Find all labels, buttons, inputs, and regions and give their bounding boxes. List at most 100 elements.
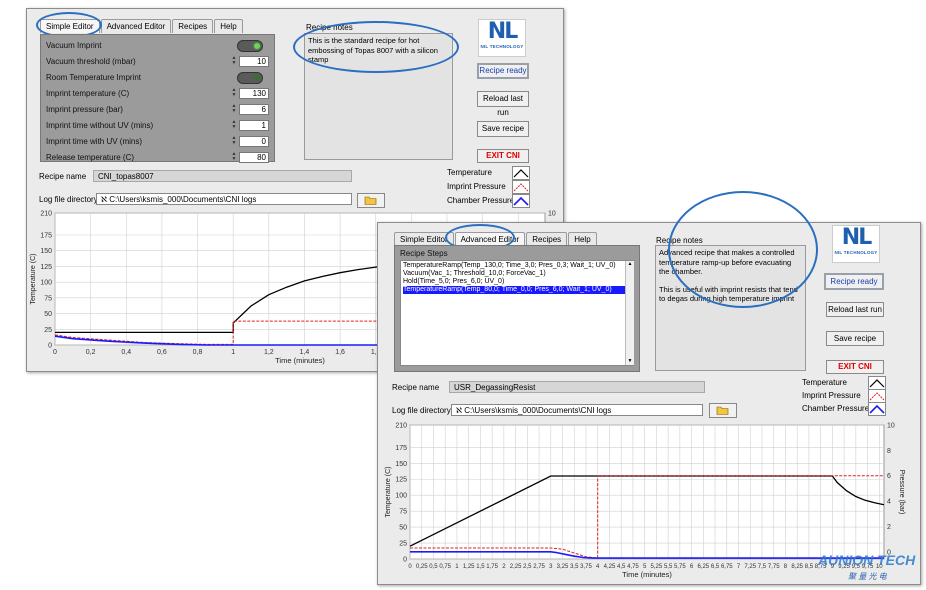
legend-chamber-pressure-swatch: [868, 402, 886, 416]
logo-text: NIL TECHNOLOGY: [834, 250, 878, 255]
y-tick-label: 175: [395, 445, 407, 452]
y2-tick-label: 2: [887, 524, 891, 531]
y-tick-label: 210: [395, 423, 407, 430]
log-file-directory-field[interactable]: ℵ C:\Users\ksmis_000\Documents\CNI logs: [451, 404, 703, 416]
release-temperature-input[interactable]: 80: [239, 152, 269, 163]
vacuum-imprint-toggle[interactable]: [237, 40, 263, 52]
recipe-name-field[interactable]: CNI_topas8007: [93, 170, 352, 182]
x-tick-label: 0,6: [157, 349, 167, 356]
y-tick-label: 125: [40, 264, 52, 271]
recipe-ready-button[interactable]: Recipe ready: [477, 63, 529, 79]
led-icon: [254, 75, 260, 81]
exit-cni-button[interactable]: EXIT CNI: [477, 149, 529, 163]
plot-area: [409, 424, 885, 560]
x-tick-label: 6,25: [697, 564, 709, 570]
tab-help[interactable]: Help: [214, 19, 243, 33]
legend-imprint-pressure-swatch: [512, 180, 530, 194]
recipe-ready-button[interactable]: Recipe ready: [824, 273, 884, 290]
spinner-arrows-icon[interactable]: ▲ ▼: [231, 136, 237, 147]
list-item[interactable]: Vacuum(Vac_1; Threshold_10,0; ForceVac_1…: [403, 270, 631, 278]
scroll-up-icon[interactable]: ▲: [626, 261, 634, 267]
y-tick-label: 100: [40, 280, 52, 287]
x-tick-label: 0,2: [86, 349, 96, 356]
x-tick-label: 2,25: [510, 564, 522, 570]
browse-folder-button[interactable]: [709, 403, 737, 418]
legend-temperature-label: Temperature: [447, 168, 492, 177]
x-tick-label: 8: [784, 564, 788, 570]
tab-recipes[interactable]: Recipes: [172, 19, 214, 33]
list-item[interactable]: Hold(Time_5,0; Pres_6,0; UV_0): [403, 278, 631, 286]
y-axis-label: Temperature (C): [385, 467, 392, 518]
x-tick-label: 3,5: [570, 564, 579, 570]
window-advanced-editor: Simple Editor Advanced Editor Recipes He…: [377, 191, 921, 585]
y-tick-label: 50: [44, 311, 52, 318]
reload-last-run-button[interactable]: Reload last run: [826, 302, 884, 317]
vacuum-threshold-input[interactable]: 10: [239, 56, 269, 67]
legend-chamber-pressure-label: Chamber Pressure: [447, 196, 515, 205]
legend-imprint-pressure-label: Imprint Pressure: [802, 391, 861, 400]
recipe-name-label: Recipe name: [392, 383, 440, 392]
line-sample-icon: [869, 392, 885, 401]
x-tick-label: 0,5: [429, 564, 438, 570]
line-sample-icon: [869, 379, 885, 388]
exit-cni-button[interactable]: EXIT CNI: [826, 360, 884, 374]
log-file-directory-value: C:\Users\ksmis_000\Documents\CNI logs: [109, 195, 257, 204]
spinner-arrows-icon[interactable]: ▲ ▼: [231, 88, 237, 99]
spinner-arrows-icon[interactable]: ▲ ▼: [231, 120, 237, 131]
x-tick-label: 2,75: [533, 564, 545, 570]
recipe-name-field[interactable]: USR_DegassingResist: [449, 381, 705, 393]
spinner-arrows-icon[interactable]: ▲ ▼: [231, 152, 237, 163]
tab-help[interactable]: Help: [568, 232, 597, 246]
spinner-arrows-icon[interactable]: ▲ ▼: [231, 104, 237, 115]
imprint-pressure-input[interactable]: 6: [239, 104, 269, 115]
spinner-arrows-icon[interactable]: ▲ ▼: [231, 56, 237, 67]
recipe-steps-list[interactable]: TemperatureRamp(Temp_130,0; Time_3,0; Pr…: [400, 260, 634, 366]
x-tick-label: 8,5: [805, 564, 814, 570]
list-item[interactable]: TemperatureRamp(Temp_130,0; Time_3,0; Pr…: [403, 262, 631, 270]
x-tick-label: 2,5: [523, 564, 532, 570]
save-recipe-button[interactable]: Save recipe: [477, 121, 529, 137]
logo-mark: NL: [841, 225, 872, 250]
tab-recipes[interactable]: Recipes: [526, 232, 568, 246]
log-file-directory-label: Log file directory: [392, 406, 451, 415]
save-recipe-button[interactable]: Save recipe: [826, 331, 884, 346]
y2-tick-label: 8: [887, 448, 891, 455]
x-tick-label: 7,25: [744, 564, 756, 570]
scroll-down-icon[interactable]: ▼: [626, 358, 634, 364]
browse-folder-button[interactable]: [357, 193, 385, 208]
legend-imprint-pressure-swatch: [868, 389, 886, 403]
vacuum-threshold-label: Vacuum threshold (mbar): [46, 57, 136, 66]
x-tick-label: 7: [737, 564, 741, 570]
legend-temperature-swatch: [868, 376, 886, 390]
imprint-temperature-input[interactable]: 130: [239, 88, 269, 99]
advanced-editor-panel: Recipe Steps TemperatureRamp(Temp_130,0;…: [394, 245, 640, 372]
log-file-directory-field[interactable]: ℵ C:\Users\ksmis_000\Documents\CNI logs: [96, 193, 352, 205]
y-tick-label: 150: [395, 461, 407, 468]
y-tick-label: 0: [48, 343, 52, 350]
y2-axis-label: Pressure (bar): [898, 470, 905, 515]
x-tick-label: 1,5: [476, 564, 485, 570]
imprint-time-uv-label: Imprint time with UV (mins): [46, 137, 143, 146]
highlight-ellipse: [668, 191, 818, 308]
imprint-time-no-uv-label: Imprint time without UV (mins): [46, 121, 154, 130]
y-tick-label: 125: [395, 477, 407, 484]
y-tick-label: 0: [403, 557, 407, 564]
vacuum-imprint-label: Vacuum Imprint: [46, 41, 102, 50]
log-file-directory-label: Log file directory: [39, 195, 98, 204]
imprint-time-uv-input[interactable]: 0: [239, 136, 269, 147]
y-tick-label: 175: [40, 233, 52, 240]
x-axis-label: Time (minutes): [275, 356, 325, 365]
reload-last-run-button[interactable]: Reload last run: [477, 91, 529, 117]
x-tick-label: 8,25: [791, 564, 803, 570]
legend-chamber-pressure-swatch: [512, 194, 530, 208]
room-temp-imprint-label: Room Temperature Imprint: [46, 73, 141, 82]
y-tick-label: 150: [40, 248, 52, 255]
steps-scrollbar[interactable]: ▲ ▼: [625, 261, 634, 365]
y-tick-label: 100: [395, 493, 407, 500]
list-item-selected[interactable]: TemperatureRamp(Temp_80,0; Time_0,0; Pre…: [403, 286, 631, 294]
room-temp-imprint-toggle[interactable]: [237, 72, 263, 84]
imprint-temperature-label: Imprint temperature (C): [46, 89, 130, 98]
tab-advanced-editor[interactable]: Advanced Editor: [100, 19, 172, 33]
imprint-time-no-uv-input[interactable]: 1: [239, 120, 269, 131]
logo-text: NIL TECHNOLOGY: [480, 44, 524, 49]
